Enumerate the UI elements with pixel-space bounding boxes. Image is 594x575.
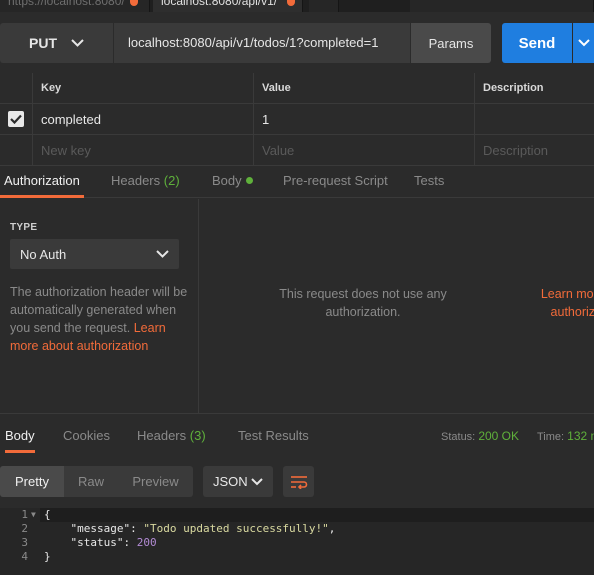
- new-row-checkbox-cell: [0, 135, 32, 165]
- fold-toggle-icon[interactable]: ▼: [31, 510, 36, 519]
- new-tab-button[interactable]: [309, 0, 339, 12]
- code-line: "status": 200: [70, 536, 157, 549]
- params-table: Key Value Description completed 1 New ke…: [0, 73, 594, 166]
- new-description-input[interactable]: Description: [474, 135, 594, 165]
- checkmark-icon: [10, 114, 22, 124]
- line-number-gutter: 1 ▼ 2 3 4: [0, 508, 40, 575]
- tab-label: Headers: [137, 428, 187, 443]
- link-line-2: authorizat: [550, 305, 594, 319]
- response-headers-count-badge: (3): [189, 428, 206, 443]
- tab-label: Pre-request Script: [283, 173, 388, 188]
- request-tab-title: localhost:8080/api/v1/: [161, 0, 278, 8]
- chevron-down-icon: [156, 250, 169, 258]
- format-value: JSON: [213, 474, 248, 489]
- column-header-description: Description: [474, 73, 594, 103]
- time-label: Time:: [537, 431, 565, 443]
- tab-label: Tests: [414, 173, 445, 188]
- tab-label: Authorization: [4, 173, 80, 188]
- method-select[interactable]: PUT: [0, 23, 113, 63]
- body-indicator-dot-icon: [245, 177, 253, 184]
- response-tab-test-results[interactable]: Test Results: [238, 428, 309, 443]
- line-number: 4: [21, 550, 28, 563]
- new-value-input[interactable]: Value: [253, 135, 474, 165]
- param-key-input[interactable]: completed: [32, 104, 253, 134]
- code-line: "message": "Todo updated successfully!",: [70, 522, 336, 535]
- params-header-row: Key Value Description: [0, 73, 594, 104]
- current-line-highlight: [40, 508, 594, 522]
- learn-more-auth-link[interactable]: Learn more a authorizat: [518, 285, 594, 321]
- param-new-row: New key Value Description: [0, 135, 594, 166]
- tab-label: Headers: [111, 173, 161, 188]
- param-description-input[interactable]: [474, 104, 594, 134]
- auth-type-panel: TYPE No Auth The authorization header wi…: [0, 199, 199, 413]
- new-key-input[interactable]: New key: [32, 135, 253, 165]
- tab-label: Body: [212, 173, 242, 188]
- status-value: 200 OK: [478, 429, 520, 443]
- column-header-value: Value: [253, 73, 474, 103]
- line-number: 2: [21, 522, 28, 535]
- view-raw-button[interactable]: Raw: [64, 466, 118, 497]
- response-tab-cookies[interactable]: Cookies: [63, 428, 110, 443]
- time-value: 132 m: [567, 429, 594, 443]
- unsaved-dot-icon: [287, 0, 295, 6]
- json-key: "status": [70, 536, 124, 549]
- auth-type-value: No Auth: [20, 246, 67, 262]
- url-input[interactable]: localhost:8080/api/v1/todos/1?completed=…: [114, 23, 410, 63]
- tab-tests[interactable]: Tests: [414, 165, 444, 198]
- method-label: PUT: [29, 35, 57, 51]
- tab-strip: https://localhost:8080/ localhost:8080/a…: [0, 0, 594, 12]
- code-line: }: [44, 550, 51, 563]
- headers-count-badge: (2): [163, 173, 180, 188]
- no-auth-message: This request does not use any authorizat…: [279, 287, 447, 319]
- wrap-lines-button[interactable]: [283, 466, 314, 497]
- request-tab-2[interactable]: localhost:8080/api/v1/: [153, 0, 303, 12]
- format-select[interactable]: JSON: [203, 466, 273, 497]
- response-body-editor[interactable]: 1 ▼ 2 3 4 { "message": "Todo updated suc…: [0, 508, 594, 575]
- param-row: completed 1: [0, 104, 594, 135]
- json-key: "message": [70, 522, 131, 535]
- response-tab-headers[interactable]: Headers (3): [137, 428, 206, 443]
- tab-headers[interactable]: Headers (2): [111, 165, 180, 198]
- line-number: 3: [21, 536, 28, 549]
- tab-authorization[interactable]: Authorization: [0, 165, 84, 198]
- request-tab-title: https://localhost:8080/: [8, 0, 125, 8]
- auth-description: The authorization header will be automat…: [10, 283, 190, 355]
- tab-body[interactable]: Body: [212, 165, 253, 198]
- view-preview-button[interactable]: Preview: [118, 466, 193, 497]
- param-value-input[interactable]: 1: [253, 104, 474, 134]
- response-tabs: Body Cookies Headers (3) Test Results St…: [0, 414, 594, 456]
- view-pretty-button[interactable]: Pretty: [0, 466, 64, 497]
- send-options-button[interactable]: [573, 23, 594, 63]
- response-time: Time: 132 m: [537, 429, 594, 443]
- tab-pre-request-script[interactable]: Pre-request Script: [283, 165, 388, 198]
- params-button[interactable]: Params: [411, 23, 491, 63]
- environment-selector[interactable]: [410, 0, 594, 12]
- view-mode-group: Pretty Raw Preview: [0, 466, 193, 497]
- status-label: Status:: [441, 431, 476, 443]
- code-line: {: [44, 508, 51, 521]
- response-tab-body[interactable]: Body: [5, 428, 35, 453]
- checkbox-column-header: [0, 73, 32, 103]
- json-string: "Todo updated successfully!": [143, 522, 329, 535]
- link-line-1: Learn more a: [540, 287, 594, 301]
- chevron-down-icon: [71, 39, 84, 47]
- request-tabs: Authorization Headers (2) Body Pre-reque…: [0, 165, 594, 198]
- auth-type-label: TYPE: [10, 222, 38, 233]
- param-checkbox[interactable]: [8, 111, 24, 127]
- wrap-lines-icon: [290, 475, 307, 489]
- response-status: Status: 200 OK: [441, 429, 519, 443]
- chevron-down-icon: [577, 39, 590, 47]
- auth-type-select[interactable]: No Auth: [10, 239, 179, 269]
- response-panel: Body Cookies Headers (3) Test Results St…: [0, 413, 594, 575]
- line-number: 1: [21, 508, 28, 521]
- param-checkbox-cell: [0, 104, 32, 134]
- json-number: 200: [136, 536, 157, 549]
- send-button[interactable]: Send: [502, 23, 572, 63]
- chevron-down-icon: [251, 477, 263, 485]
- request-tab-1[interactable]: https://localhost:8080/: [0, 0, 150, 12]
- column-header-key: Key: [32, 73, 253, 103]
- unsaved-dot-icon: [130, 0, 138, 6]
